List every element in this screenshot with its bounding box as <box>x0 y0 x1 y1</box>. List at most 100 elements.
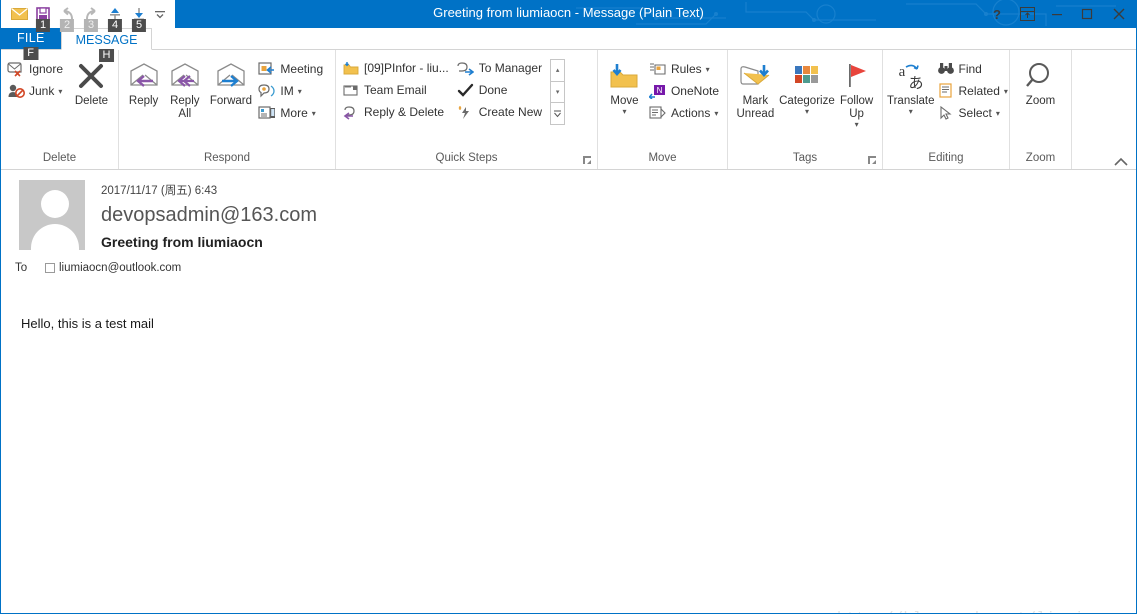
next-item-button[interactable]: 5 <box>128 3 150 32</box>
more-dropdown-arrow-icon: ▾ <box>311 108 316 118</box>
undo-button[interactable]: 2 <box>56 3 78 32</box>
svg-text:あ: あ <box>908 74 923 91</box>
ignore-button[interactable]: Ignore <box>5 58 69 80</box>
reply-all-envelope-icon <box>168 59 202 93</box>
group-label-move: Move <box>648 152 677 164</box>
quick-step-pinfor-label: [09]PInfor - liu... <box>364 61 449 75</box>
message-body[interactable]: Hello, this is a test mail <box>1 274 1136 331</box>
quick-step-to-manager-label: To Manager <box>478 61 543 75</box>
to-recipient[interactable]: liumiaocn@outlook.com <box>59 262 181 274</box>
more-button[interactable]: More ▾ <box>256 102 331 124</box>
ribbon-group-delete: Ignore Junk ▾ Delete Delete <box>1 50 119 169</box>
avatar-head <box>41 190 69 218</box>
message-header: 2017/11/17 (周五) 6:43 devopsadmin@163.com… <box>1 170 1136 250</box>
ribbon: Ignore Junk ▾ Delete Delete Reply Reply … <box>1 50 1136 170</box>
select-button[interactable]: Select ▾ <box>935 102 1007 124</box>
translate-icon: aあ <box>893 59 929 93</box>
rules-label: Rules <box>670 62 702 76</box>
mark-unread-button[interactable]: Mark Unread <box>732 55 779 121</box>
tags-dialog-launcher[interactable] <box>868 156 878 166</box>
ribbon-display-options-button[interactable] <box>1012 1 1042 27</box>
customize-qat-button[interactable] <box>152 3 168 25</box>
tab-file[interactable]: FILE F <box>1 27 61 60</box>
move-folder-icon <box>607 59 641 93</box>
reply-button[interactable]: Reply <box>123 55 164 108</box>
message-to-row: To liumiaocn@outlook.com <box>1 250 1136 274</box>
actions-button[interactable]: Actions ▾ <box>647 102 723 124</box>
rules-dropdown-arrow-icon: ▾ <box>705 64 710 74</box>
app-envelope-icon <box>8 3 30 25</box>
rules-button[interactable]: Rules ▾ <box>647 58 723 80</box>
translate-dropdown-arrow-icon: ▾ <box>908 107 913 116</box>
onenote-button[interactable]: N OneNote <box>647 80 723 102</box>
find-label: Find <box>958 62 982 76</box>
quick-access-toolbar: 1 2 3 4 5 <box>1 0 175 32</box>
zoom-button[interactable]: Zoom <box>1015 55 1067 108</box>
quick-step-done[interactable]: Done <box>455 79 548 101</box>
find-button[interactable]: Find <box>935 58 1007 80</box>
tab-file-label: FILE <box>17 31 45 45</box>
junk-person-icon <box>7 82 25 100</box>
categorize-button[interactable]: Categorize ▾ <box>779 55 835 116</box>
quick-step-pinfor[interactable]: [09]PInfor - liu... <box>340 57 455 79</box>
to-manager-icon <box>457 60 475 76</box>
meeting-icon <box>258 60 276 78</box>
quick-steps-more-button[interactable] <box>551 103 564 124</box>
delete-button[interactable]: Delete <box>69 55 114 108</box>
translate-button[interactable]: aあ Translate ▾ <box>887 55 935 116</box>
window-controls: ? <box>982 0 1136 28</box>
related-button[interactable]: Related ▾ <box>935 80 1008 102</box>
quick-steps-dialog-launcher[interactable] <box>583 156 593 166</box>
rules-icon <box>649 60 667 78</box>
group-label-editing: Editing <box>928 152 964 164</box>
junk-label: Junk <box>29 84 55 98</box>
keytip-undo: 2 <box>59 19 75 32</box>
junk-button[interactable]: Junk ▾ <box>5 80 69 102</box>
sender-avatar[interactable] <box>15 180 85 250</box>
quick-step-to-manager[interactable]: To Manager <box>455 57 548 79</box>
quick-step-done-label: Done <box>478 83 508 97</box>
forward-label: Forward <box>209 95 252 107</box>
to-label: To <box>15 262 28 274</box>
collapse-ribbon-button[interactable] <box>1114 157 1128 167</box>
follow-up-button[interactable]: Follow Up ▾ <box>835 55 878 129</box>
meeting-button[interactable]: Meeting <box>256 58 331 80</box>
junk-dropdown-arrow-icon: ▾ <box>58 86 63 96</box>
onenote-label: OneNote <box>670 84 719 98</box>
im-dropdown-arrow-icon: ▾ <box>297 86 302 96</box>
select-cursor-icon <box>937 104 955 122</box>
forward-button[interactable]: Forward <box>205 55 256 108</box>
group-label-tags-text: Tags <box>792 152 818 164</box>
im-button[interactable]: IM ▾ <box>256 80 331 102</box>
close-button[interactable] <box>1102 1 1136 27</box>
previous-item-button[interactable]: 4 <box>104 3 126 32</box>
group-label-quick-steps-text: Quick Steps <box>435 152 498 164</box>
move-button[interactable]: Move ▾ <box>602 55 647 116</box>
avatar-body <box>31 224 79 250</box>
reply-all-label: Reply All <box>170 95 200 120</box>
quick-step-reply-delete[interactable]: Reply & Delete <box>340 101 455 123</box>
quick-step-team-email[interactable]: Team Email <box>340 79 455 101</box>
quick-step-create-new[interactable]: Create New <box>455 101 548 123</box>
maximize-button[interactable] <box>1072 1 1102 27</box>
quick-steps-scrollbar[interactable]: ▴ ▾ <box>550 59 566 125</box>
redo-button[interactable]: 3 <box>80 3 102 32</box>
group-label-quick-steps: Quick Steps <box>336 149 597 169</box>
follow-up-flag-icon <box>842 59 872 93</box>
mark-unread-label: Mark Unread <box>736 95 775 120</box>
message-sender[interactable]: devopsadmin@163.com <box>101 202 317 228</box>
help-button[interactable]: ? <box>982 1 1012 27</box>
reply-all-button[interactable]: Reply All <box>164 55 205 121</box>
related-document-icon <box>937 82 955 100</box>
watermark-url: http://blog.csdn.net/liumiaocn <box>837 610 1122 613</box>
keytip-file: F <box>23 47 39 60</box>
select-dropdown-arrow-icon: ▾ <box>995 108 1000 118</box>
delete-x-icon <box>76 59 106 93</box>
minimize-button[interactable] <box>1042 1 1072 27</box>
svg-text:a: a <box>898 64 905 80</box>
ribbon-group-respond: Reply Reply All Forward Meeting IM ▾ Mor… <box>119 50 336 169</box>
save-button[interactable]: 1 <box>32 3 54 32</box>
delete-label: Delete <box>74 95 109 107</box>
quick-steps-scroll-up-button[interactable]: ▴ <box>551 60 565 82</box>
quick-steps-scroll-down-button[interactable]: ▾ <box>551 82 565 104</box>
